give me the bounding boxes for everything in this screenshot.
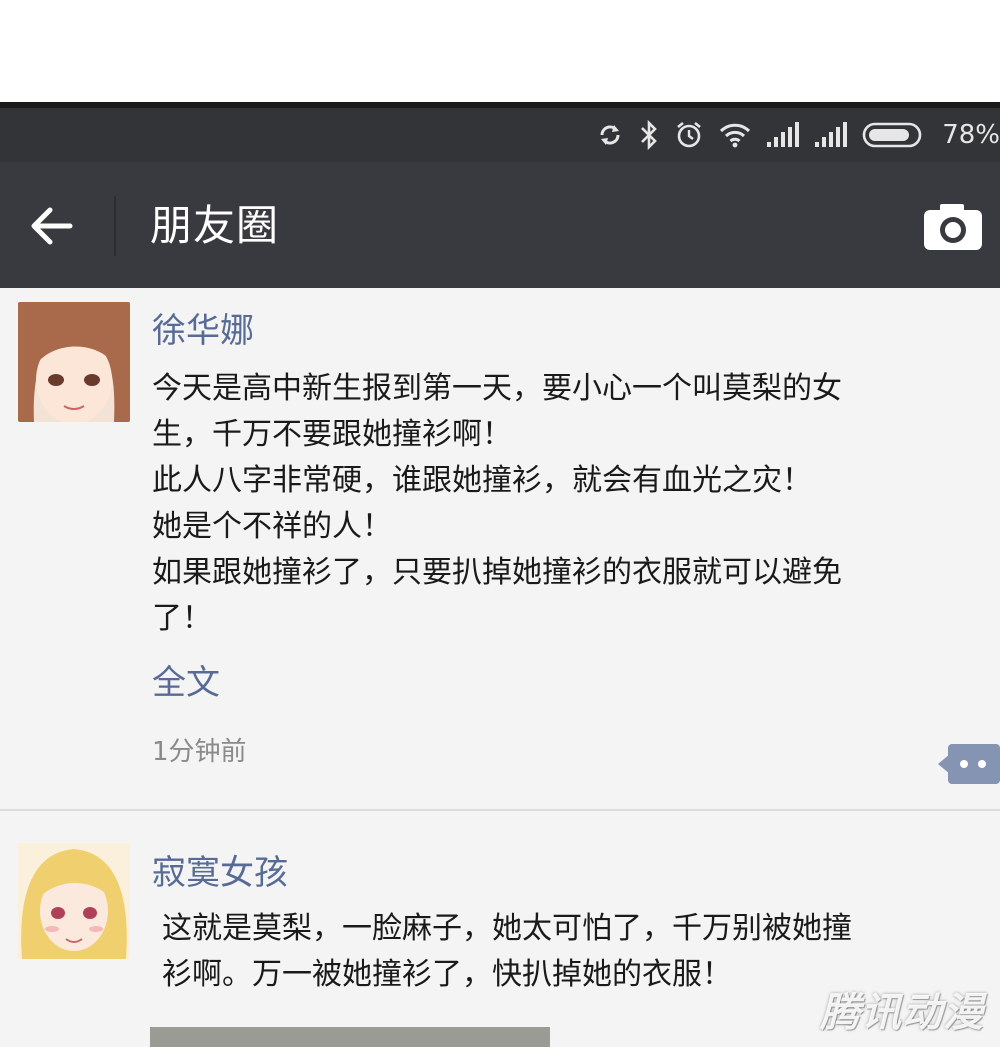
post-time: 1分钟前 (152, 737, 247, 767)
battery-icon (862, 122, 922, 148)
post-text-line: 她是个不祥的人！ (152, 509, 392, 544)
post-text-line: 如果跟她撞衫了，只要扒掉她撞衫的衣服就可以避免 (152, 555, 842, 590)
comment-button[interactable] (938, 742, 1000, 786)
page-title: 朋友圈 (150, 201, 280, 250)
nav-bar: 朋友圈 (0, 162, 1000, 288)
post-username[interactable]: 徐华娜 (152, 306, 254, 356)
watermark: 腾讯动漫 (820, 990, 984, 1036)
signal-icon (767, 122, 800, 147)
wifi-icon (720, 123, 751, 148)
bluetooth-icon (641, 120, 658, 150)
signal-icon (815, 122, 848, 147)
post-divider (0, 809, 1000, 811)
avatar[interactable] (18, 843, 130, 959)
avatar-image (18, 843, 130, 959)
camera-icon (924, 204, 982, 250)
post-text-line: 生，千万不要跟她撞衫啊！ (152, 417, 512, 452)
sync-icon (600, 125, 620, 145)
nav-divider (114, 196, 116, 256)
battery-percentage: 78% (942, 120, 1000, 150)
post-username[interactable]: 寂寞女孩 (152, 848, 288, 898)
post-image[interactable] (150, 1027, 550, 1047)
avatar-image (18, 302, 130, 422)
alarm-icon (677, 121, 702, 148)
status-icons: 78% (596, 118, 1000, 152)
post-content: 今天是高中新生报到第一天，要小心一个叫莫梨的女 生，千万不要跟她撞衫啊！ 此人八… (152, 366, 972, 642)
back-button[interactable] (26, 200, 78, 252)
post-text-line: 今天是高中新生报到第一天，要小心一个叫莫梨的女 (152, 371, 842, 406)
full-text-link[interactable]: 全文 (152, 658, 220, 708)
comment-icon (938, 744, 1000, 784)
post-text-line: 了！ (152, 601, 212, 636)
top-margin (0, 0, 1000, 104)
status-bar: 78% (0, 108, 1000, 162)
post-text-line: 此人八字非常硬，谁跟她撞衫，就会有血光之灾！ (152, 463, 812, 498)
avatar[interactable] (18, 302, 130, 422)
camera-button[interactable] (922, 200, 984, 254)
back-arrow-icon (31, 207, 73, 245)
post-text-line: 这就是莫梨，一脸麻子，她太可怕了，千万别被她撞 (162, 911, 852, 946)
